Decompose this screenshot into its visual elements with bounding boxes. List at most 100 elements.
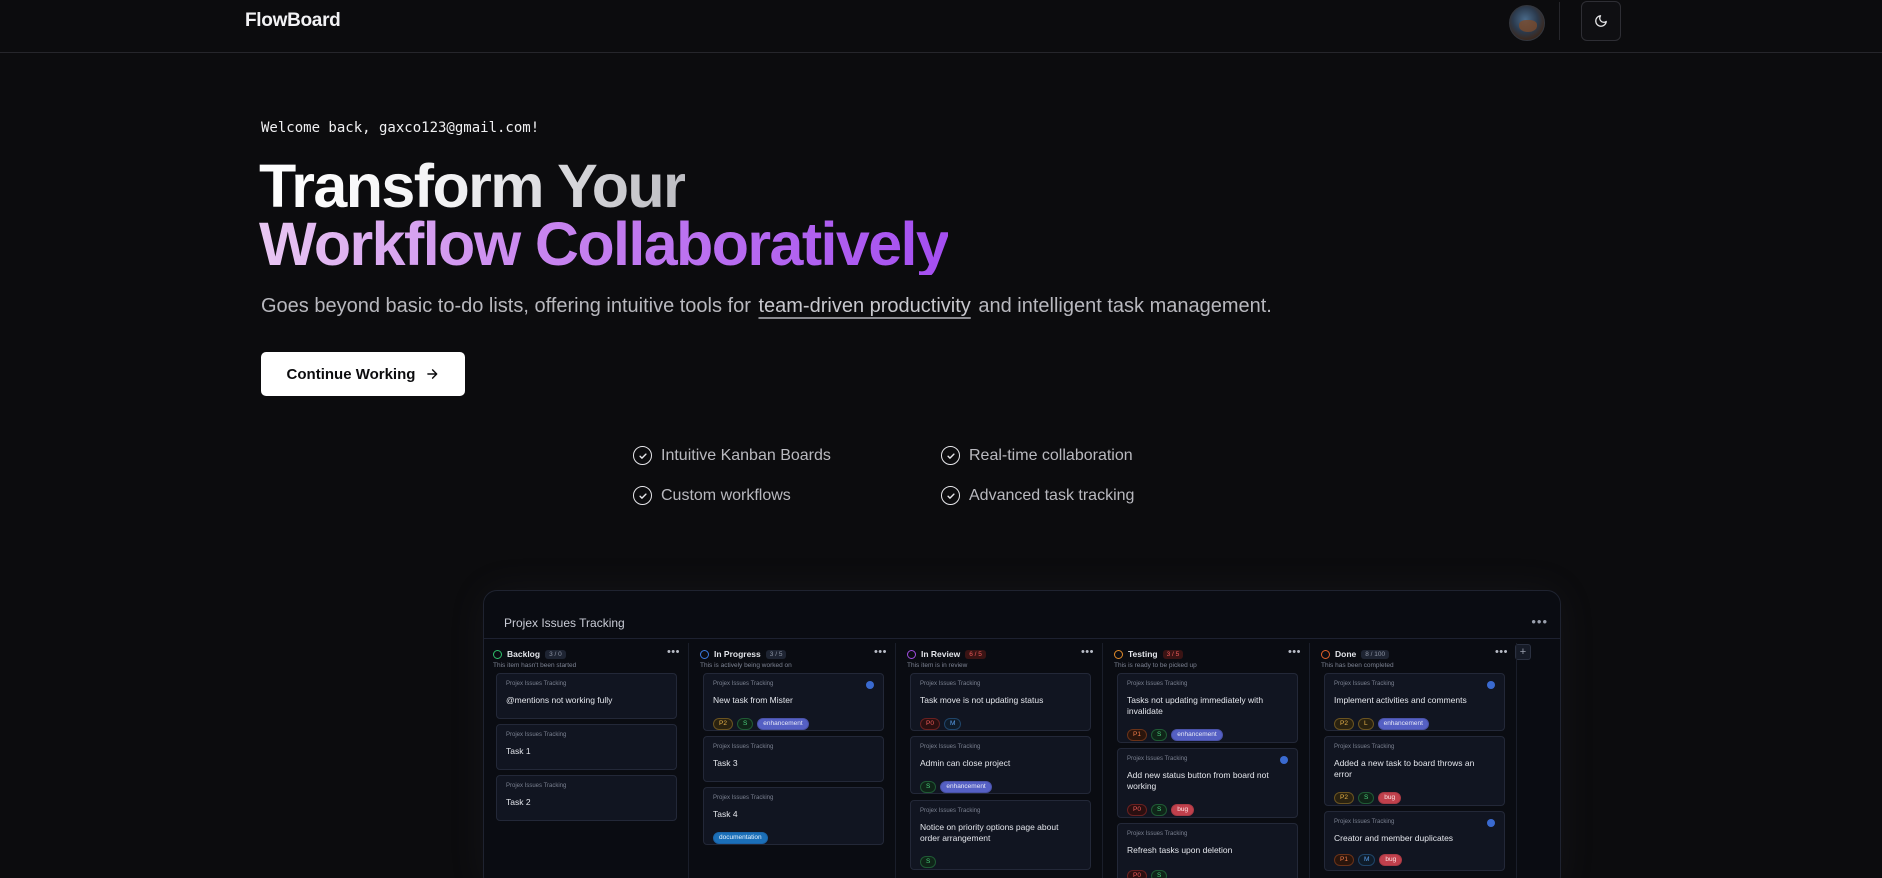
task-card[interactable]: Projex Issues Tracking Implement activiti…: [1324, 673, 1505, 731]
task-card[interactable]: Projex Issues Tracking New task from Mist…: [703, 673, 884, 731]
add-column-button[interactable]: +: [1515, 644, 1531, 660]
column-description: This item is in review: [907, 662, 968, 669]
card-title: @mentions not working fully: [506, 695, 613, 705]
card-title: New task from Mister: [713, 695, 793, 705]
column-count-badge: 3 / 5: [765, 649, 787, 659]
card-project-name: Projex Issues Tracking: [1334, 681, 1395, 687]
card-project-name: Projex Issues Tracking: [713, 795, 774, 801]
continue-working-button[interactable]: Continue Working: [261, 352, 465, 396]
tag-badge: P0: [1127, 870, 1147, 878]
column-name: Testing: [1128, 649, 1158, 659]
task-card[interactable]: Projex Issues Tracking Task 2: [496, 775, 677, 821]
board-column-backlog: Backlog 3 / 0 ••• This item hasn't been sta…: [487, 643, 689, 878]
column-menu-icon[interactable]: •••: [1288, 646, 1301, 658]
tag-badge: S: [1150, 729, 1168, 741]
check-circle-icon: [633, 446, 652, 465]
column-menu-icon[interactable]: •••: [1495, 646, 1508, 658]
task-card[interactable]: Projex Issues Tracking Creator and member…: [1324, 811, 1505, 871]
app-logo[interactable]: FlowBoard: [245, 10, 341, 32]
task-card[interactable]: Projex Issues Tracking Task 4 documentatio…: [703, 787, 884, 845]
card-title: Add new status button from board not wor…: [1127, 770, 1269, 791]
tag-badge: enhancement: [1377, 718, 1429, 730]
kanban-board-preview: Projex Issues Tracking ••• + Backlog 3 / …: [483, 590, 1561, 878]
column-count-badge: 3 / 0: [545, 649, 566, 659]
card-project-name: Projex Issues Tracking: [506, 732, 567, 738]
card-tags: P0 Sbug: [1127, 804, 1195, 816]
task-card[interactable]: Projex Issues Tracking Task move is not u…: [910, 673, 1091, 731]
card-tags: P2 Sbug: [1334, 792, 1402, 804]
card-tags: P2 Senhancement: [713, 718, 809, 730]
card-title: Task move is not updating status: [920, 695, 1044, 705]
column-name: Backlog: [507, 649, 541, 659]
tag-badge: S: [1150, 870, 1168, 878]
task-card[interactable]: Projex Issues Tracking Task 3: [703, 736, 884, 782]
check-circle-icon: [633, 486, 652, 505]
user-avatar[interactable]: [1509, 5, 1545, 41]
task-card[interactable]: Projex Issues Tracking Refresh tasks upon…: [1117, 823, 1298, 878]
column-menu-icon[interactable]: •••: [874, 646, 887, 658]
tag-badge: P2: [1334, 718, 1354, 730]
board-menu-icon[interactable]: •••: [1531, 614, 1548, 629]
card-project-name: Projex Issues Tracking: [1127, 756, 1188, 762]
hero-title-line2: Workflow Collaboratively: [259, 210, 950, 278]
task-card[interactable]: Projex Issues Tracking Task 1: [496, 724, 677, 770]
status-circle-icon: [907, 649, 916, 659]
card-project-name: Projex Issues Tracking: [1334, 819, 1395, 825]
feature-label: Advanced task tracking: [969, 486, 1135, 504]
navbar-divider: [1559, 2, 1560, 40]
hero-subtitle: Goes beyond basic to-do lists, offering …: [261, 295, 1272, 318]
check-circle-icon: [941, 486, 960, 505]
task-card[interactable]: Projex Issues Tracking Added a new task t…: [1324, 736, 1505, 806]
column-menu-icon[interactable]: •••: [1081, 646, 1094, 658]
card-title: Task 4: [713, 809, 738, 819]
tag-badge: P0: [920, 718, 940, 730]
task-card[interactable]: Projex Issues Tracking @mentions not work…: [496, 673, 677, 719]
tag-badge: enhancement: [940, 781, 992, 793]
tag-badge: documentation: [713, 832, 768, 844]
hero-title-line1: Transform Your: [259, 152, 687, 220]
moon-icon: [1595, 15, 1607, 27]
tag-badge: P1: [1334, 854, 1354, 866]
column-header: Backlog 3 / 0: [493, 649, 566, 659]
top-navbar: FlowBoard: [0, 0, 1882, 53]
card-title: Added a new task to board throws an erro…: [1334, 758, 1475, 779]
feature-item: Custom workflows: [633, 486, 791, 505]
feature-label: Real-time collaboration: [969, 446, 1133, 464]
board-column-in-progress: In Progress 3 / 5 ••• This is actively bein…: [694, 643, 896, 878]
card-title: Refresh tasks upon deletion: [1127, 845, 1233, 855]
card-tags: P1 Senhancement: [1127, 729, 1223, 741]
theme-toggle-button[interactable]: [1581, 1, 1621, 41]
feature-item: Real-time collaboration: [941, 446, 1133, 465]
card-tags: P0 S: [1127, 870, 1168, 878]
tag-badge: bug: [1378, 792, 1402, 804]
card-project-name: Projex Issues Tracking: [506, 681, 567, 687]
task-card[interactable]: Projex Issues Tracking Admin can close pr…: [910, 736, 1091, 794]
column-count-badge: 3 / 5: [1162, 649, 1184, 659]
card-project-name: Projex Issues Tracking: [920, 681, 981, 687]
card-project-name: Projex Issues Tracking: [713, 744, 774, 750]
tag-badge: P0: [1127, 804, 1147, 816]
card-title: Creator and member duplicates: [1334, 833, 1454, 843]
feature-label: Intuitive Kanban Boards: [661, 446, 831, 464]
card-project-name: Projex Issues Tracking: [920, 808, 981, 814]
welcome-message: Welcome back, gaxco123@gmail.com!: [261, 120, 540, 136]
task-card[interactable]: Projex Issues Tracking Notice on priority…: [910, 800, 1091, 870]
column-description: This has been completed: [1321, 662, 1394, 669]
tag-badge: bug: [1379, 854, 1403, 866]
arrow-right-icon: [427, 369, 438, 379]
subtitle-text-after: and intelligent task management.: [978, 295, 1272, 317]
card-tags: P1 Mbug: [1334, 854, 1403, 866]
task-card[interactable]: Projex Issues Tracking Tasks not updating…: [1117, 673, 1298, 743]
column-header: Testing 3 / 5: [1114, 649, 1184, 659]
subtitle-highlight: team-driven productivity: [758, 295, 971, 317]
card-project-name: Projex Issues Tracking: [920, 744, 981, 750]
card-tags: P2 Lenhancement: [1334, 718, 1429, 730]
column-menu-icon[interactable]: •••: [667, 646, 680, 658]
card-project-name: Projex Issues Tracking: [1127, 681, 1188, 687]
tag-badge: L: [1357, 718, 1374, 730]
card-project-name: Projex Issues Tracking: [1127, 831, 1188, 837]
board-header: Projex Issues Tracking •••: [484, 609, 1560, 639]
task-card[interactable]: Projex Issues Tracking Add new status but…: [1117, 748, 1298, 818]
card-tags: Senhancement: [920, 781, 992, 793]
card-title: Task 1: [506, 746, 531, 756]
